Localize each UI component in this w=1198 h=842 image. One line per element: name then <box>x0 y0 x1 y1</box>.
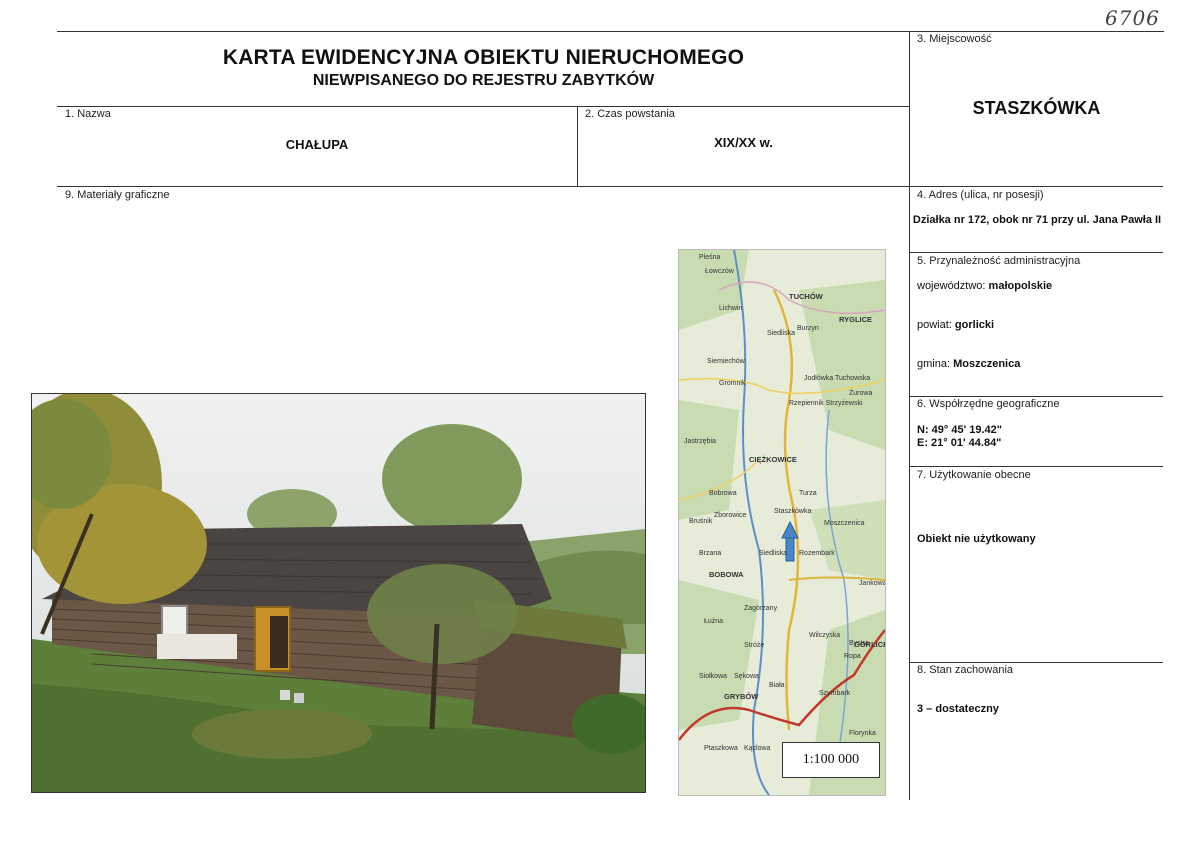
condition-label: 8. Stan zachowania <box>917 664 1014 676</box>
divider-coords <box>910 466 1163 467</box>
map-place-label: Zborowice <box>714 512 747 519</box>
document-title: KARTA EWIDENCYJNA OBIEKTU NIERUCHOMEGO <box>222 46 745 69</box>
map-place-label: Jodłówka Tuchowska <box>804 375 871 382</box>
map-place-label: Moszczenica <box>824 520 865 527</box>
map-place-label: Wilczyska <box>809 632 841 639</box>
map-place-label: Stróże <box>744 642 765 649</box>
map-place-label: BOBOWA <box>709 570 744 579</box>
coords-lon: E: 21° 01' 44.84" <box>917 437 1002 449</box>
map-place-label: Pleśna <box>699 254 721 261</box>
map-place-label: TUCHÓW <box>789 292 823 301</box>
commune-value: Moszczenica <box>953 358 1021 370</box>
map-place-label: Brzana <box>699 550 722 557</box>
map-place-label: GRYBÓW <box>724 692 759 701</box>
voivodeship-value: małopolskie <box>988 280 1053 292</box>
voivodeship-row: województwo: małopolskie <box>917 280 1052 292</box>
row-divider <box>57 186 1163 187</box>
map-place-label: Kąclowa <box>744 745 771 752</box>
name-label: 1. Nazwa <box>65 108 111 120</box>
locality-label: 3. Miejscowość <box>917 33 992 45</box>
date-value: XIX/XX w. <box>714 135 773 150</box>
commune-label: gmina: <box>917 358 951 370</box>
map-place-label: Jastrzębia <box>684 438 716 445</box>
map-place-label: Siedliska <box>767 330 796 337</box>
map-scale: 1:100 000 <box>782 742 880 778</box>
coords-lat: N: 49° 45' 19.42" <box>917 424 1003 436</box>
divider-address <box>910 252 1163 253</box>
admin-label: 5. Przynależność administracyjna <box>917 255 1081 267</box>
map-place-label: Żurowa <box>849 390 873 397</box>
county-value: gorlicki <box>954 319 995 331</box>
map-place-label: Siemiechów <box>707 358 745 365</box>
map-place-label: GORLICE <box>854 640 886 649</box>
map-place-label: Łużna <box>704 618 724 625</box>
handwritten-document-number: 6706 <box>1105 6 1160 30</box>
map-place-label: Rzepiennik Strzyżewski <box>789 400 863 407</box>
map-place-label: Siedliska <box>759 550 788 557</box>
map-place-label: Siołkowa <box>699 673 728 680</box>
divider-usage <box>910 662 1163 663</box>
map-place-label: Staszkówka <box>774 508 812 515</box>
top-border <box>57 31 910 32</box>
map-place-label: Rozembark <box>799 550 835 557</box>
map-place-label: Zagórzany <box>744 605 778 612</box>
divider-admin <box>910 396 1163 397</box>
address-label: 4. Adres (ulica, nr posesji) <box>917 189 1044 201</box>
map-place-label: Burzyn <box>797 325 819 332</box>
map-place-label: Szymbark <box>819 690 851 697</box>
title-divider <box>57 106 910 107</box>
map-place-label: Biała <box>769 682 785 689</box>
map-place-label: Bruśnik <box>689 518 713 525</box>
house-photo <box>31 393 646 793</box>
location-map: Pleśna Łowczów TUCHÓW RYGLICE Lichwin Siedlis… <box>678 249 886 796</box>
map-place-label: Łowczów <box>705 268 734 275</box>
usage-label: 7. Użytkowanie obecne <box>917 469 1031 481</box>
map-place-label: CIĘŻKOWICE <box>749 455 797 464</box>
voivodeship-label: województwo: <box>917 280 986 292</box>
coords-label: 6. Współrzędne geograficzne <box>917 398 1060 410</box>
commune-row: gmina: Moszczenica <box>917 358 1020 370</box>
name-value: CHAŁUPA <box>285 137 349 152</box>
map-place-label: Ptaszkowa <box>704 745 738 752</box>
date-label: 2. Czas powstania <box>585 108 675 120</box>
county-label: powiat: <box>917 319 952 331</box>
map-place-label: RYGLICE <box>839 315 873 324</box>
top-border-right <box>910 31 1164 32</box>
map-place-label: Gromnik <box>719 380 746 387</box>
map-place-label: Bobrowa <box>709 490 737 497</box>
condition-value: 3 – dostateczny <box>917 703 999 715</box>
map-place-label: Lichwin <box>719 305 743 312</box>
usage-value: Obiekt nie użytkowany <box>917 533 1036 545</box>
address-value: Działka nr 172, obok nr 71 przy ul. Jana… <box>912 214 1162 226</box>
map-place-label: Florynka <box>849 730 876 737</box>
locality-value: STASZKÓWKA <box>972 98 1101 118</box>
map-place-label: Turza <box>799 490 817 497</box>
graphics-label: 9. Materiały graficzne <box>65 189 170 201</box>
document-subtitle: NIEWPISANEGO DO REJESTRU ZABYTKÓW <box>312 72 655 89</box>
map-place-label: Jankowa <box>859 580 886 587</box>
house-photo-illustration <box>32 394 645 792</box>
county-row: powiat: gorlicki <box>917 319 994 331</box>
map-place-label: Ropa <box>844 653 861 660</box>
map-place-label: Sękowa <box>734 673 759 680</box>
main-column-divider <box>909 31 910 800</box>
